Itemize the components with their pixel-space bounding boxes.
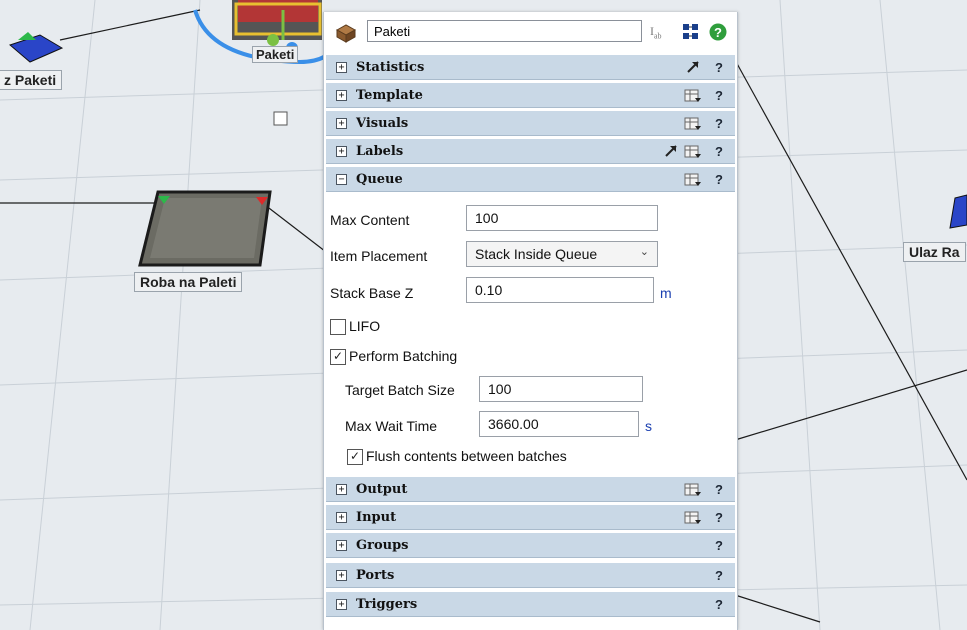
section-title: Visuals — [356, 116, 409, 131]
collapse-icon[interactable]: − — [336, 174, 347, 185]
section-input[interactable]: + Input ? — [326, 504, 735, 530]
stack-base-z-field[interactable]: 0.10 — [466, 277, 654, 303]
pallet-box-icon — [335, 24, 357, 43]
expand-icon[interactable]: + — [336, 62, 347, 73]
table-dropdown-icon[interactable] — [684, 115, 702, 131]
section-output[interactable]: + Output ? — [326, 476, 735, 502]
help-question-icon[interactable]: ? — [715, 116, 723, 131]
target-batch-size-label: Target Batch Size — [345, 382, 455, 398]
section-title: Statistics — [356, 60, 425, 75]
flush-contents-checkbox[interactable]: ✓ — [347, 449, 363, 465]
section-title: Queue — [356, 172, 403, 187]
tree-view-icon[interactable] — [682, 23, 700, 41]
pin-arrow-icon[interactable] — [663, 143, 679, 159]
svg-text:?: ? — [714, 25, 722, 40]
expand-icon[interactable]: + — [336, 118, 347, 129]
max-wait-time-unit: s — [645, 418, 652, 434]
section-title: Triggers — [356, 597, 418, 612]
section-title: Output — [356, 482, 408, 497]
section-title: Groups — [356, 538, 409, 553]
help-question-icon[interactable]: ? — [715, 597, 723, 612]
max-content-field[interactable]: 100 — [466, 205, 658, 231]
section-labels[interactable]: + Labels ? — [326, 138, 735, 164]
expand-icon[interactable]: + — [336, 146, 347, 157]
quick-properties-panel: Iab ? + Statistics ? + Template ? + Visu… — [323, 12, 738, 630]
ulaz-scene-label: Ulaz Ra — [903, 242, 966, 262]
help-question-icon[interactable]: ? — [715, 538, 723, 553]
stack-base-z-unit: m — [660, 285, 672, 301]
section-title: Labels — [356, 144, 404, 159]
item-placement-value: Stack Inside Queue — [475, 246, 598, 262]
max-wait-time-field[interactable]: 3660.00 — [479, 411, 639, 437]
object-name-input[interactable] — [367, 20, 642, 42]
pin-arrow-icon[interactable] — [685, 59, 701, 75]
section-statistics[interactable]: + Statistics ? — [326, 54, 735, 80]
section-queue[interactable]: − Queue ? — [326, 166, 735, 192]
section-ports[interactable]: + Ports ? — [326, 562, 735, 588]
lifo-checkbox[interactable] — [330, 319, 346, 335]
izlaz-paketi-scene-label: z Paketi — [0, 70, 63, 90]
stack-base-z-label: Stack Base Z — [330, 285, 414, 301]
flush-contents-label: Flush contents between batches — [366, 448, 567, 464]
perform-batching-label: Perform Batching — [349, 348, 458, 364]
expand-icon[interactable]: + — [336, 484, 347, 495]
panel-header: Iab ? — [324, 12, 737, 54]
help-question-icon[interactable]: ? — [715, 510, 723, 525]
roba-na-paleti-scene-label: Roba na Paleti — [134, 272, 243, 292]
item-placement-select[interactable]: Stack Inside Queue ⌄ — [466, 241, 658, 267]
expand-icon[interactable]: + — [336, 90, 347, 101]
table-dropdown-icon[interactable] — [684, 143, 702, 159]
max-wait-time-label: Max Wait Time — [345, 418, 438, 434]
table-dropdown-icon[interactable] — [684, 87, 702, 103]
lifo-label: LIFO — [349, 318, 381, 334]
help-question-icon[interactable]: ? — [715, 144, 723, 159]
item-placement-label: Item Placement — [330, 248, 428, 264]
move-handle-green[interactable] — [267, 34, 279, 46]
section-title: Ports — [356, 568, 395, 583]
scene-checkbox[interactable] — [273, 111, 288, 126]
expand-icon[interactable]: + — [336, 512, 347, 523]
section-visuals[interactable]: + Visuals ? — [326, 110, 735, 136]
text-label-icon[interactable]: Iab — [650, 24, 662, 40]
paketi-scene-label: Paketi — [252, 46, 299, 63]
help-question-icon[interactable]: ? — [715, 482, 723, 497]
checkmark-icon: ✓ — [350, 449, 361, 463]
perform-batching-checkbox[interactable]: ✓ — [330, 349, 346, 365]
chevron-down-icon: ⌄ — [639, 246, 649, 258]
help-question-icon[interactable]: ? — [715, 60, 723, 75]
help-question-icon[interactable]: ? — [715, 568, 723, 583]
target-batch-size-field[interactable]: 100 — [479, 376, 643, 402]
help-question-icon[interactable]: ? — [715, 172, 723, 187]
section-triggers[interactable]: + Triggers ? — [326, 591, 735, 617]
help-icon[interactable]: ? — [709, 23, 727, 41]
table-dropdown-icon[interactable] — [684, 481, 702, 497]
help-question-icon[interactable]: ? — [715, 88, 723, 103]
expand-icon[interactable]: + — [336, 540, 347, 551]
table-dropdown-icon[interactable] — [684, 171, 702, 187]
checkmark-icon: ✓ — [333, 349, 344, 363]
table-dropdown-icon[interactable] — [684, 509, 702, 525]
expand-icon[interactable]: + — [336, 599, 347, 610]
max-content-label: Max Content — [330, 212, 410, 228]
expand-icon[interactable]: + — [336, 570, 347, 581]
section-title: Input — [356, 510, 397, 525]
section-groups[interactable]: + Groups ? — [326, 532, 735, 558]
section-title: Template — [356, 88, 423, 103]
section-template[interactable]: + Template ? — [326, 82, 735, 108]
